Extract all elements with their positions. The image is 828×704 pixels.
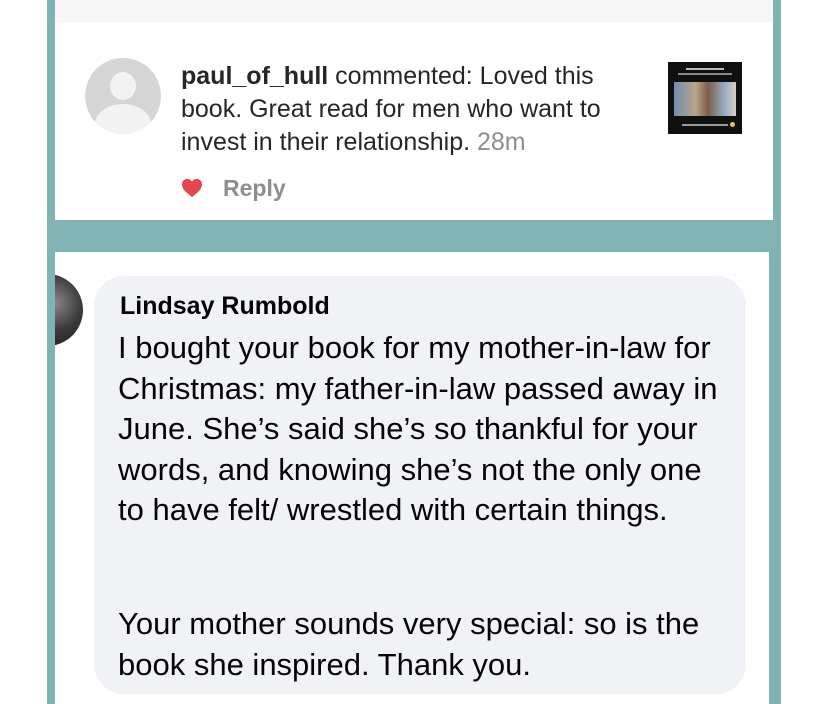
- comment-bubble: Lindsay Rumbold I bought your book for m…: [94, 276, 746, 694]
- instagram-notification-card: paul_of_hull commented: Loved this book.…: [55, 0, 773, 220]
- reply-button[interactable]: Reply: [223, 175, 286, 202]
- comment-paragraph-2: Your mother sounds very special: so is t…: [118, 606, 700, 682]
- default-avatar-icon[interactable]: [85, 58, 161, 134]
- book-post-thumbnail[interactable]: [668, 62, 742, 134]
- thumbnail-photo-band: [674, 82, 736, 116]
- thumbnail-subtitle-line: [678, 73, 732, 75]
- reply-row: Reply: [181, 172, 286, 204]
- thumbnail-logo-dot: [730, 122, 735, 127]
- comment-timestamp: 28m: [476, 128, 526, 156]
- comment-author-name[interactable]: Lindsay Rumbold: [120, 292, 330, 321]
- comment-paragraph-1: I bought your book for my mother-in-law …: [118, 330, 718, 527]
- commenter-avatar[interactable]: [55, 274, 83, 346]
- commenter-username[interactable]: paul_of_hull: [181, 62, 328, 90]
- thumbnail-title-line: [686, 68, 724, 70]
- avatar-head-shape: [110, 72, 136, 100]
- avatar-shoulders-shape: [95, 104, 151, 134]
- thumbnail-caption-line: [682, 124, 728, 126]
- notification-text: paul_of_hull commented: Loved this book.…: [181, 60, 661, 159]
- facebook-comment-card: Lindsay Rumbold I bought your book for m…: [55, 252, 769, 704]
- previous-item-strip: [55, 0, 773, 22]
- heart-icon[interactable]: [181, 178, 203, 198]
